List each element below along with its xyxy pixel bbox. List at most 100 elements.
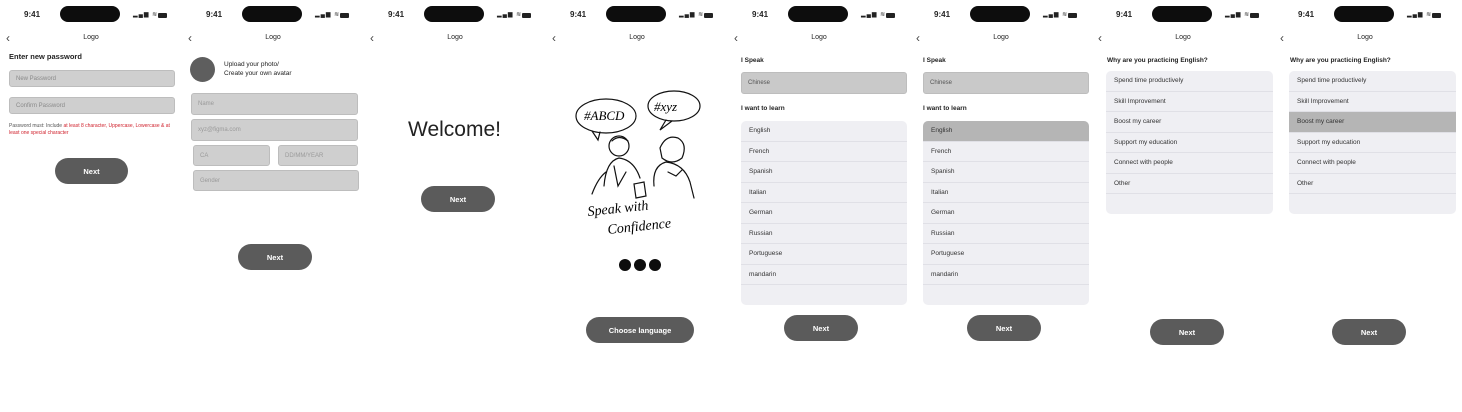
speak-label: I Speak	[923, 57, 946, 64]
choose-language-button[interactable]: Choose language	[586, 317, 694, 343]
status-bar: 9:41 ▂▄▆ ≋	[364, 6, 546, 22]
reason-option[interactable]: Connect with people	[1106, 153, 1273, 174]
speak-select[interactable]: Chinese	[923, 72, 1089, 94]
caption-line-1: Speak with	[587, 199, 649, 220]
reason-option[interactable]: Boost my career	[1106, 112, 1273, 133]
country-field[interactable]: CA	[193, 145, 270, 166]
page-title: Enter new password	[9, 52, 82, 61]
speak-select[interactable]: Chinese	[741, 72, 907, 94]
status-time: 9:41	[24, 10, 41, 19]
language-list: English French Spanish Italian German Russian…	[741, 121, 907, 305]
next-button[interactable]: Next	[1150, 319, 1224, 345]
language-list: English French Spanish Italian German Russian…	[923, 121, 1089, 305]
status-bar: 9:41 ▂▄▆ ≋	[546, 6, 728, 22]
next-button[interactable]: Next	[421, 186, 495, 212]
dynamic-island	[606, 6, 666, 22]
language-option[interactable]: French	[741, 142, 907, 162]
reason-option[interactable]: Spend time productively	[1106, 71, 1273, 92]
language-option[interactable]: Spanish	[741, 162, 907, 183]
next-button[interactable]: Next	[55, 158, 128, 184]
status-time: 9:41	[934, 10, 951, 19]
password-hint: Password must: Include at least 8 charac…	[9, 123, 177, 136]
status-time: 9:41	[388, 10, 405, 19]
learn-label: I want to learn	[741, 105, 785, 112]
status-bar: 9:41 ▂▄▆ ≋	[1274, 6, 1456, 22]
language-option[interactable]: Portuguese	[923, 244, 1089, 265]
reason-option[interactable]: Skill Improvement	[1289, 92, 1456, 112]
reason-option[interactable]: Support my education	[1289, 133, 1456, 153]
language-option[interactable]: English	[923, 121, 1089, 142]
question-label: Why are you practicing English?	[1107, 57, 1208, 64]
battery-icon	[886, 13, 895, 18]
question-label: Why are you practicing English?	[1290, 57, 1391, 64]
language-option[interactable]: mandarin	[923, 265, 1089, 285]
language-option[interactable]: Russian	[741, 224, 907, 244]
reason-option[interactable]: Skill Improvement	[1106, 92, 1273, 112]
next-button[interactable]: Next	[784, 315, 858, 341]
reason-option[interactable]: Support my education	[1106, 133, 1273, 153]
pager-dot-1	[619, 259, 631, 271]
bubble-text-1: #ABCD	[584, 108, 625, 123]
avatar-upload[interactable]	[190, 57, 215, 82]
logo: Logo	[811, 34, 827, 41]
nav-bar: ‹ Logo	[1092, 31, 1274, 47]
reason-option[interactable]: Spend time productively	[1289, 71, 1456, 92]
screen-speak-with-confidence: #ABCD #xyz Speak with Confidence Choose …	[546, 0, 728, 412]
reason-option[interactable]: Other	[1106, 174, 1273, 194]
language-option[interactable]: German	[741, 203, 907, 224]
logo: Logo	[1357, 34, 1373, 41]
language-option[interactable]: French	[923, 142, 1089, 162]
nav-bar: ‹ Logo	[1274, 31, 1456, 47]
next-button[interactable]: Next	[1332, 319, 1406, 345]
dynamic-island	[970, 6, 1030, 22]
name-field[interactable]: Name	[191, 93, 358, 115]
battery-icon	[1432, 13, 1441, 18]
language-option[interactable]: Spanish	[923, 162, 1089, 183]
gender-field[interactable]: Gender	[193, 170, 359, 191]
email-field[interactable]: xyz@figma.com	[191, 119, 358, 141]
signal-wifi-icon: ▂▄▆ ≋	[1225, 12, 1251, 18]
upload-line-2: Create your own avatar	[224, 70, 292, 77]
dynamic-island	[1152, 6, 1212, 22]
language-option[interactable]: mandarin	[741, 265, 907, 285]
status-time: 9:41	[1298, 10, 1315, 19]
hint-prefix: Password must: Include	[9, 123, 64, 129]
next-button[interactable]: Next	[967, 315, 1041, 341]
nav-bar: ‹ Logo	[728, 31, 910, 47]
learn-label: I want to learn	[923, 105, 967, 112]
screen-reason: Why are you practicing English? Spend ti…	[1092, 0, 1274, 412]
screen-new-password: Enter new password New Password Confirm …	[0, 0, 182, 412]
language-option[interactable]: Italian	[741, 183, 907, 203]
reason-option[interactable]: Connect with people	[1289, 153, 1456, 174]
dob-field[interactable]: DD/MM/YEAR	[278, 145, 358, 166]
next-button[interactable]: Next	[238, 244, 312, 270]
new-password-field[interactable]: New Password	[9, 70, 175, 87]
signal-wifi-icon: ▂▄▆ ≋	[315, 12, 341, 18]
language-option[interactable]: English	[741, 121, 907, 142]
language-option[interactable]: Italian	[923, 183, 1089, 203]
dynamic-island	[242, 6, 302, 22]
signal-wifi-icon: ▂▄▆ ≋	[497, 12, 523, 18]
reason-option[interactable]: Other	[1289, 174, 1456, 194]
battery-icon	[522, 13, 531, 18]
speaking-people-illustration: #ABCD #xyz Speak with Confidence	[575, 90, 701, 236]
welcome-heading: Welcome!	[408, 118, 501, 141]
status-time: 9:41	[752, 10, 769, 19]
speak-label: I Speak	[741, 57, 764, 64]
bubble-text-2: #xyz	[654, 99, 677, 114]
language-option[interactable]: Russian	[923, 224, 1089, 244]
signal-wifi-icon: ▂▄▆ ≋	[679, 12, 705, 18]
language-option[interactable]: Portuguese	[741, 244, 907, 265]
nav-bar: ‹ Logo	[546, 31, 728, 47]
upload-line-1: Upload your photo/	[224, 61, 279, 68]
reason-option[interactable]: Boost my career	[1289, 112, 1456, 133]
confirm-password-field[interactable]: Confirm Password	[9, 97, 175, 114]
logo: Logo	[993, 34, 1009, 41]
screen-welcome: Welcome! Next 9:41 ▂▄▆ ≋ ‹ Logo	[364, 0, 546, 412]
language-option[interactable]: German	[923, 203, 1089, 224]
status-bar: 9:41 ▂▄▆ ≋	[910, 6, 1092, 22]
reason-list: Spend time productively Skill Improvement…	[1106, 71, 1273, 214]
caption-line-2: Confidence	[607, 216, 672, 236]
logo: Logo	[265, 34, 281, 41]
nav-bar: ‹ Logo	[0, 31, 182, 47]
